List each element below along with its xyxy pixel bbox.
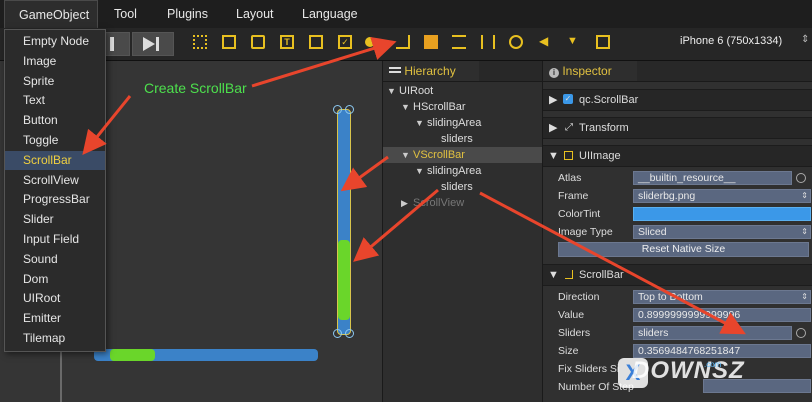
watermark-sub: .com (704, 360, 722, 369)
arrow-to-scrollbar-menu (82, 95, 132, 156)
annotation-arrows (82, 36, 746, 335)
arrow-to-vscrollbar (340, 155, 389, 192)
arrow-to-handle (353, 188, 439, 262)
arrow-to-toolbar (251, 36, 397, 88)
watermark-text: DOWNSZ (632, 357, 745, 384)
arrow-to-sliders-field (479, 191, 746, 335)
